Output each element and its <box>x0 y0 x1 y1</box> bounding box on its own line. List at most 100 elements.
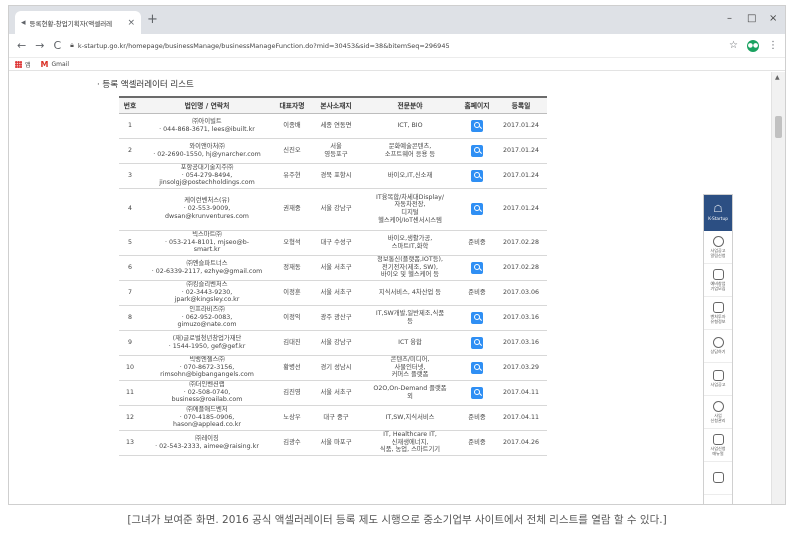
cell-line: 서울 서초구 <box>320 263 352 271</box>
homepage-search-icon[interactable] <box>471 261 483 274</box>
quick-menu-sidebar: ☖ K-Startup 사업공고 알림신청 예비창업 기업모집 벤처투자 유형정보 상… <box>703 194 733 504</box>
sidebar-item[interactable]: 사업 신청관리 <box>704 396 732 429</box>
lock-icon: 🔒︎ <box>70 41 74 49</box>
bookmark-gmail-label: Gmail <box>51 60 70 68</box>
cell-homepage[interactable] <box>459 188 495 231</box>
cell-date: 2017.01.24 <box>495 188 547 231</box>
cell-line: 바이오,IT,신소재 <box>387 171 433 179</box>
page-heading: · 등록 액셀러레이터 리스트 <box>97 80 194 90</box>
cell-line: 스마트IT,화학 <box>391 242 429 250</box>
cell-line: 콘텐츠/미디어, <box>390 355 430 363</box>
bell-icon <box>712 301 724 313</box>
sidebar-item[interactable]: 사업공고 알림신청 <box>704 231 732 264</box>
cell-homepage[interactable] <box>459 380 495 406</box>
cell-homepage[interactable] <box>459 113 495 139</box>
cell-line: ㈜에플애드벤처 <box>186 405 228 413</box>
browser-tab[interactable]: ◂ 등록현황-창업기획자(액셀러레 × <box>15 11 141 34</box>
bookmark-star-icon[interactable]: ☆ <box>729 40 738 51</box>
profile-avatar[interactable]: ●● <box>747 39 759 52</box>
cell-homepage[interactable] <box>459 138 495 164</box>
cell-homepage[interactable] <box>459 163 495 189</box>
cell-line: rimsohn@bigbangangels.com <box>160 371 254 379</box>
cell-line: · 02-6339-2117, ezhye@gmail.com <box>151 267 263 275</box>
cell-ceo: 오형석 <box>273 230 311 256</box>
table-row: 2 와이앤아처㈜ · 02-2690-1550, hj@ynarcher.com 신진… <box>119 138 547 164</box>
cell-homepage[interactable] <box>459 355 495 381</box>
homepage-search-icon[interactable] <box>471 119 483 132</box>
cell-name-contact: ㈜더인벤션랩 · 02-508-0740, business@roailab.com <box>141 380 273 406</box>
maximize-button[interactable]: □ <box>747 13 756 24</box>
homepage-search-icon[interactable] <box>471 386 483 399</box>
homepage-search-icon[interactable] <box>471 336 483 349</box>
cell-field: 정보통신(플랫폼,IOT등), 전기전자(제조, SW), 바이오 및 헬스케어 등 <box>361 255 459 281</box>
cell-field: IT,SW개발,일반제조,식품 등 <box>361 305 459 331</box>
cell-date: 2017.02.28 <box>495 230 547 256</box>
url-field[interactable]: 🔒︎ k-startup.go.kr/homepage/businessMana… <box>70 41 720 50</box>
cell-line: 커머스 플랫폼 <box>391 371 429 379</box>
table-row: 12 ㈜에플애드벤처 · 070-4185-0906, hason@applead.c… <box>119 405 547 431</box>
page-scrollbar[interactable]: ▲ <box>771 72 785 504</box>
cell-line: 외 <box>407 392 413 400</box>
close-window-button[interactable]: × <box>769 13 777 24</box>
cell-no: 4 <box>119 188 141 231</box>
browser-window: ◂ 등록현황-창업기획자(액셀러레 × + – □ × ← → C 🔒︎ k-s… <box>8 5 786 505</box>
cell-line: IT,SW,지식서비스 <box>385 413 435 421</box>
cell-location: 서울 서초구 <box>311 380 361 406</box>
forward-icon[interactable]: → <box>35 39 44 52</box>
bookmark-gmail[interactable]: M Gmail <box>41 60 69 69</box>
back-icon[interactable]: ← <box>17 39 26 52</box>
robot-icon: ☖ <box>713 204 723 215</box>
cell-line: · 02-553-9009, <box>183 205 231 213</box>
cell-ceo: 이종배 <box>273 113 311 139</box>
tab-close-icon[interactable]: × <box>127 18 135 28</box>
cell-line: · 044-868-3671, lees@ibuilt.kr <box>159 125 255 133</box>
cell-ceo: 유주현 <box>273 163 311 189</box>
sidebar-top-badge[interactable]: ☖ K-Startup <box>704 195 732 231</box>
homepage-search-icon[interactable] <box>471 203 483 215</box>
scroll-up-icon[interactable]: ▲ <box>775 74 780 81</box>
sidebar-item-label: 사업신청 매뉴얼 <box>710 445 726 456</box>
headset-icon <box>712 337 724 349</box>
sidebar-item[interactable]: 상담하기 <box>704 330 732 363</box>
homepage-search-icon[interactable] <box>471 144 483 157</box>
cell-ceo: 김대진 <box>273 330 311 356</box>
reload-icon[interactable]: C <box>53 39 61 52</box>
cell-line: ICT, BIO <box>397 121 423 129</box>
col-header-date: 등록일 <box>495 96 547 114</box>
tab-title: 등록현황-창업기획자(액셀러레 <box>29 19 113 28</box>
sidebar-item[interactable]: 예비창업 기업모집 <box>704 264 732 297</box>
cell-homepage[interactable] <box>459 330 495 356</box>
cell-name-contact: 케이런벤처스(유) · 02-553-9009, dwsan@krunventure… <box>141 188 273 231</box>
sidebar-item[interactable]: 사업신청 매뉴얼 <box>704 429 732 462</box>
sidebar-item[interactable]: 벤처투자 유형정보 <box>704 297 732 330</box>
cell-line: 서울 서초구 <box>320 288 352 296</box>
cell-no: 1 <box>119 113 141 139</box>
table-row: 7 ㈜킹슬리벤처스 · 02-3443-9230, jpark@kingsley.co… <box>119 280 547 306</box>
table-row: 9 (재)글로벌청년창업가재단 · 1544-1950, gef@gef.kr 김대진… <box>119 330 547 356</box>
scrollbar-thumb[interactable] <box>775 116 782 138</box>
cell-line: · 02-543-2333, aimee@raising.kr <box>155 442 259 450</box>
cell-line: gimuzo@nate.com <box>177 321 237 329</box>
cell-homepage[interactable] <box>459 305 495 331</box>
cell-line: O2O,On-Demand 플랫폼 <box>373 384 447 392</box>
tab-favicon-icon: ◂ <box>21 17 26 28</box>
cell-homepage[interactable] <box>459 255 495 281</box>
cell-date: 2017.01.24 <box>495 138 547 164</box>
sidebar-item-label: 사업 신청관리 <box>710 412 726 423</box>
cell-name-contact: 빅스마트㈜ · 053-214-8101, mjseo@b-smart.kr <box>141 230 273 256</box>
cell-line: 식품, 농업, 스마트기기 <box>379 446 441 454</box>
cell-date: 2017.03.16 <box>495 305 547 331</box>
menu-dots-icon[interactable]: ⋮ <box>768 40 778 51</box>
homepage-search-icon[interactable] <box>471 361 483 374</box>
cell-line: 바이오,생활가공, <box>387 234 433 242</box>
homepage-search-icon[interactable] <box>471 169 483 182</box>
sidebar-item[interactable]: 사업공고 <box>704 363 732 396</box>
minimize-button[interactable]: – <box>727 13 732 24</box>
new-tab-button[interactable]: + <box>147 13 158 26</box>
bookmark-apps[interactable]: 앱 <box>15 60 31 69</box>
cell-line: 포항공대기술지주㈜ <box>180 163 234 171</box>
homepage-search-icon[interactable] <box>471 311 483 324</box>
cell-line: ICT 융합 <box>398 338 422 346</box>
cell-date: 2017.01.24 <box>495 163 547 189</box>
sidebar-item[interactable] <box>704 462 732 495</box>
